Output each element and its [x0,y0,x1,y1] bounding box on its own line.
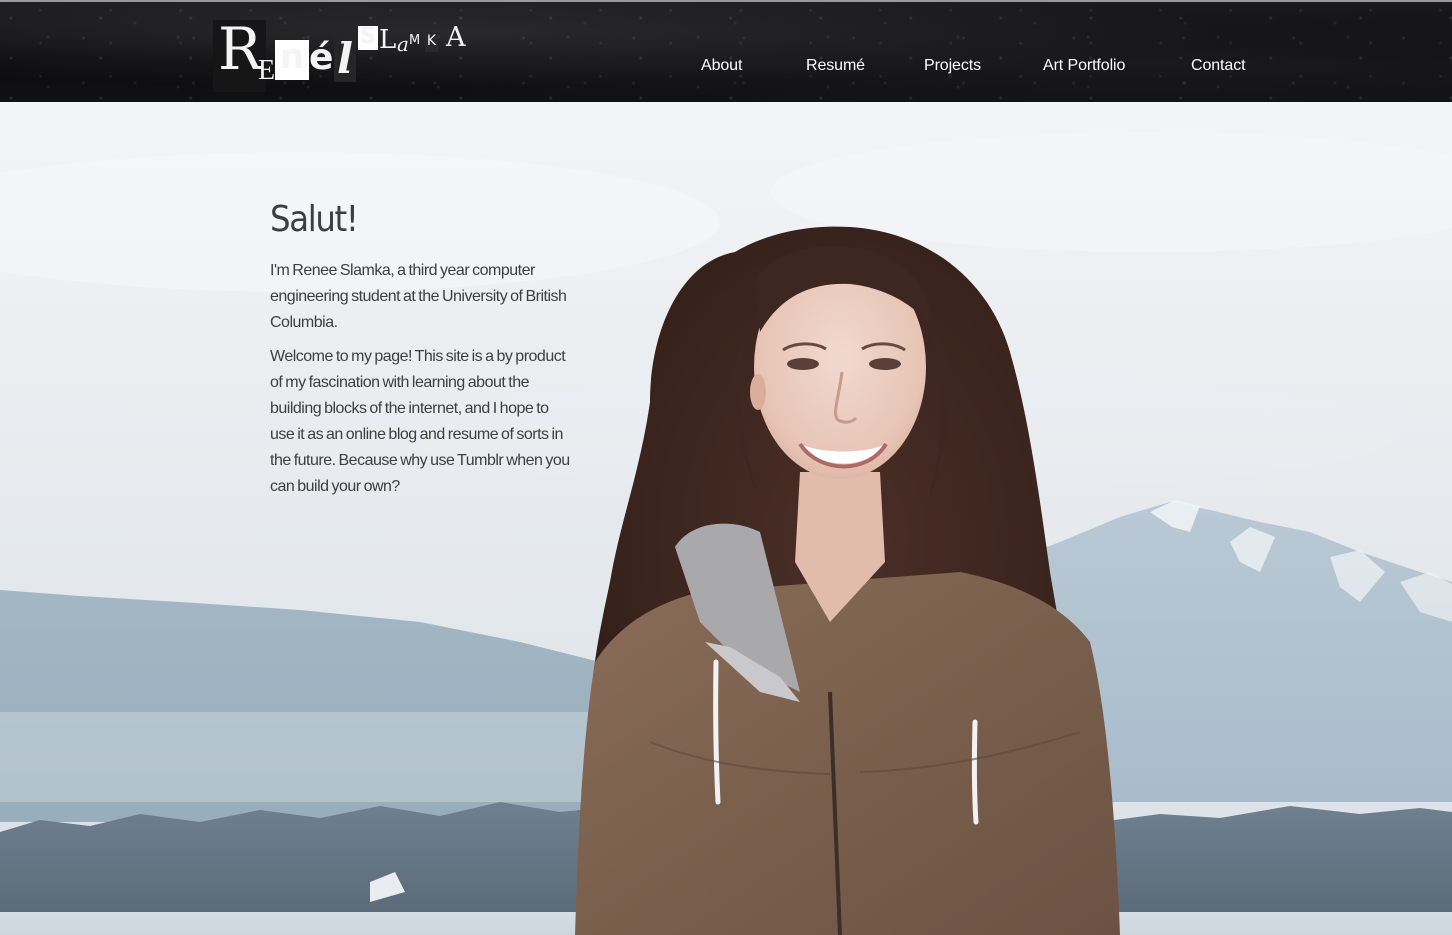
logo-glyph: A [446,22,466,53]
hero-background [0,102,1452,935]
logo-glyph: l [334,38,356,82]
logo-glyph: é [309,37,334,78]
logo-glyph: n [275,40,309,80]
intro-section: Salut! I'm Renee Slamka, a third year co… [270,198,570,508]
logo-glyph: L [379,25,397,55]
logo-glyph: S [358,26,378,50]
logo-glyph: K [425,34,438,52]
hero-photo [0,102,1452,935]
nav-link-contact[interactable]: Contact [1191,57,1246,75]
nav-link-resume[interactable]: Resumé [806,57,865,75]
nav-link-about[interactable]: About [701,57,742,75]
nav-link-projects[interactable]: Projects [924,57,981,75]
intro-heading: Salut! [270,199,359,240]
page: R E n é l S L a M K A About Resumé Proje… [0,0,1452,935]
intro-paragraph: I'm Renee Slamka, a third year computer … [270,262,567,331]
logo-glyph: M [409,33,421,48]
logo-glyph: a [397,32,409,56]
site-logo[interactable]: R E n é l S L a M K A [213,12,475,94]
site-header: R E n é l S L a M K A About Resumé Proje… [0,0,1452,102]
intro-paragraph: Welcome to my page! This site is a by pr… [270,348,570,495]
nav-link-art-portfolio[interactable]: Art Portfolio [1043,57,1125,75]
logo-glyph: E [258,55,276,86]
